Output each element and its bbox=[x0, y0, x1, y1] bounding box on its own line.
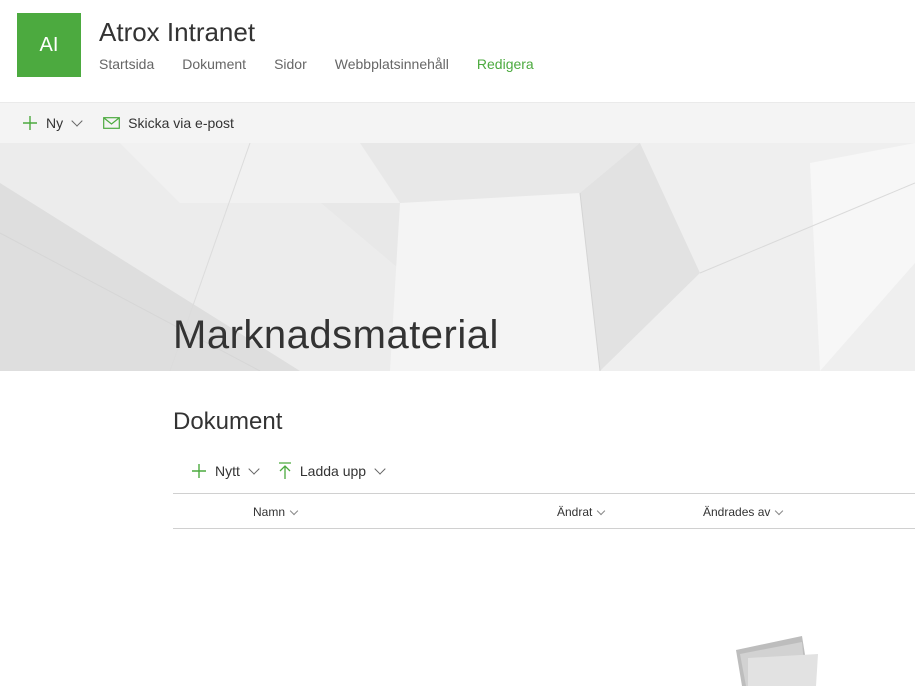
send-email-button[interactable]: Skicka via e-post bbox=[103, 115, 234, 131]
document-library-title[interactable]: Dokument bbox=[173, 408, 282, 436]
new-document-label: Nytt bbox=[215, 463, 240, 479]
nav-redigera[interactable]: Redigera bbox=[477, 56, 534, 72]
send-email-label: Skicka via e-post bbox=[128, 115, 234, 131]
upload-button[interactable]: Ladda upp bbox=[278, 462, 386, 480]
site-logo-initials: AI bbox=[39, 33, 59, 56]
upload-icon bbox=[278, 462, 291, 479]
column-header-modified[interactable]: Ändrat bbox=[557, 505, 606, 519]
new-button[interactable]: Ny bbox=[22, 114, 83, 131]
site-title[interactable]: Atrox Intranet bbox=[99, 17, 255, 48]
column-header-modified-by-label: Ändrades av bbox=[703, 505, 771, 519]
column-header-name-label: Namn bbox=[253, 505, 286, 519]
mail-icon bbox=[103, 117, 121, 129]
chevron-down-icon bbox=[374, 462, 386, 475]
document-table-header: Namn Ändrat Ändrades av bbox=[173, 493, 915, 529]
column-header-modified-label: Ändrat bbox=[557, 505, 593, 519]
site-nav: Startsida Dokument Sidor Webbplatsinnehå… bbox=[99, 56, 534, 72]
chevron-down-icon bbox=[289, 506, 299, 515]
new-button-label: Ny bbox=[46, 115, 64, 131]
chevron-down-icon bbox=[775, 506, 784, 515]
chevron-down-icon bbox=[71, 114, 83, 127]
upload-label: Ladda upp bbox=[299, 463, 367, 479]
site-logo[interactable]: AI bbox=[17, 13, 81, 77]
plus-icon bbox=[23, 116, 37, 130]
empty-folder-icon bbox=[736, 636, 818, 686]
nav-webbplatsinnehall[interactable]: Webbplatsinnehåll bbox=[335, 56, 449, 72]
site-header: AI Atrox Intranet Startsida Dokument Sid… bbox=[0, 0, 915, 103]
nav-sidor[interactable]: Sidor bbox=[274, 56, 307, 72]
new-document-button[interactable]: Nytt bbox=[191, 462, 260, 479]
page-title: Marknadsmaterial bbox=[173, 313, 499, 357]
document-toolbar: Nytt Ladda upp bbox=[191, 462, 386, 480]
column-header-modified-by[interactable]: Ändrades av bbox=[703, 505, 784, 519]
command-bar: Ny Skicka via e-post bbox=[0, 103, 915, 143]
column-header-name[interactable]: Namn bbox=[253, 505, 299, 519]
plus-icon bbox=[192, 464, 206, 478]
chevron-down-icon bbox=[597, 506, 606, 515]
nav-dokument[interactable]: Dokument bbox=[182, 56, 246, 72]
chevron-down-icon bbox=[248, 462, 260, 475]
hero-banner: Marknadsmaterial bbox=[0, 143, 915, 371]
nav-startsida[interactable]: Startsida bbox=[99, 56, 154, 72]
